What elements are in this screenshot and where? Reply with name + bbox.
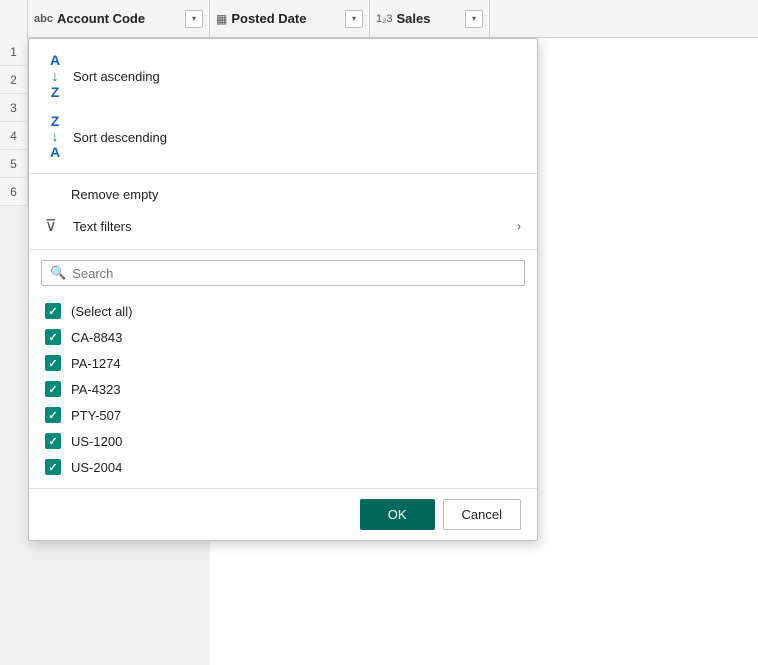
select-all-item[interactable]: ✓ (Select all) [41,298,525,324]
sales-header[interactable]: 1₂3 Sales ▾ [370,0,490,37]
chevron-right-icon: › [517,219,521,233]
checkbox-us1200[interactable]: ✓ [45,433,61,449]
account-code-header[interactable]: abc Account Code ▾ [28,0,210,37]
search-input[interactable] [72,266,516,281]
list-item[interactable]: ✓ US-2004 [41,454,525,480]
abc-icon: abc [34,13,53,25]
checkbox-pa4323[interactable]: ✓ [45,381,61,397]
remove-empty-item[interactable]: Remove empty [29,180,537,209]
cancel-button[interactable]: Cancel [443,499,521,530]
item-label-pty507: PTY-507 [71,408,121,423]
numeric-icon: 1₂3 [376,13,393,25]
sort-descending-item[interactable]: Z↓A Sort descending [29,107,537,167]
search-box[interactable]: 🔍 [41,260,525,286]
checkmark-icon: ✓ [48,435,57,448]
item-label-ca8843: CA-8843 [71,330,122,345]
dropdown-footer: OK Cancel [29,488,537,540]
checkbox-ca8843[interactable]: ✓ [45,329,61,345]
row-number: 5 [0,150,28,178]
text-filters-label: Text filters [73,219,132,234]
header-row: abc Account Code ▾ ▦ Posted Date ▾ 1₂3 S… [0,0,758,38]
row-number: 4 [0,122,28,150]
checkbox-pty507[interactable]: ✓ [45,407,61,423]
select-all-label: (Select all) [71,304,132,319]
list-item[interactable]: ✓ PA-4323 [41,376,525,402]
list-item[interactable]: ✓ PTY-507 [41,402,525,428]
checkmark-icon: ✓ [48,383,57,396]
posted-date-header[interactable]: ▦ Posted Date ▾ [210,0,370,37]
search-icon: 🔍 [50,265,66,281]
ok-button[interactable]: OK [360,499,435,530]
sort-descending-label: Sort descending [73,130,167,145]
item-label-pa1274: PA-1274 [71,356,121,371]
account-code-dropdown-btn[interactable]: ▾ [185,10,203,28]
row-number: 2 [0,66,28,94]
search-section: 🔍 [29,250,537,294]
checkbox-list: ✓ (Select all) ✓ CA-8843 ✓ PA-1274 ✓ PA-… [29,294,537,488]
sort-ascending-item[interactable]: A↓Z Sort ascending [29,45,537,107]
item-label-us1200: US-1200 [71,434,122,449]
grid-corner [0,0,28,38]
item-label-pa4323: PA-4323 [71,382,121,397]
checkmark-icon: ✓ [48,357,57,370]
sort-section: A↓Z Sort ascending Z↓A Sort descending [29,39,537,174]
checkmark-icon: ✓ [48,409,57,422]
checkmark-icon: ✓ [48,331,57,344]
posted-date-dropdown-btn[interactable]: ▾ [345,10,363,28]
checkbox-us2004[interactable]: ✓ [45,459,61,475]
posted-date-label: Posted Date [231,11,341,26]
account-code-label: Account Code [57,11,181,26]
sales-label: Sales [397,11,461,26]
row-number: 1 [0,38,28,66]
text-filters-item[interactable]: ⊽ Text filters › [29,209,537,243]
checkbox-pa1274[interactable]: ✓ [45,355,61,371]
row-number: 3 [0,94,28,122]
remove-empty-label: Remove empty [71,187,158,202]
list-item[interactable]: ✓ PA-1274 [41,350,525,376]
sort-ascending-label: Sort ascending [73,69,160,84]
checkmark-icon: ✓ [48,461,57,474]
sales-dropdown-btn[interactable]: ▾ [465,10,483,28]
row-number: 6 [0,178,28,206]
list-item[interactable]: ✓ US-1200 [41,428,525,454]
sort-desc-icon: Z↓A [45,114,65,160]
checkmark-icon: ✓ [48,305,57,318]
select-all-checkbox[interactable]: ✓ [45,303,61,319]
filter-dropdown-panel: A↓Z Sort ascending Z↓A Sort descending R… [28,38,538,541]
sort-asc-icon: A↓Z [45,52,65,100]
list-item[interactable]: ✓ CA-8843 [41,324,525,350]
item-label-us2004: US-2004 [71,460,122,475]
calendar-icon: ▦ [216,12,227,26]
filter-section: Remove empty ⊽ Text filters › [29,174,537,250]
filter-icon: ⊽ [45,216,65,236]
